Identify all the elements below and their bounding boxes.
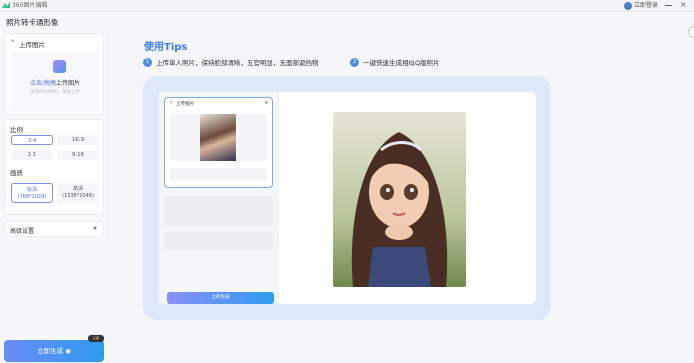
demo-generate-label: 立即生成 (211, 295, 230, 300)
ratio-option-label: 3:4 (27, 138, 37, 144)
vip-badge: VIP (88, 335, 104, 342)
close-icon[interactable]: × (680, 0, 687, 10)
upload-link[interactable]: 点击/拖拽 (30, 80, 56, 87)
step-text: 上传单人照片，保持脸部清晰，五官明显，无面部遮挡物 (156, 59, 319, 67)
demo-upload-card: * 上传图片 ▼ (164, 97, 273, 188)
title-bar: 360图片编辑 立即登录 × (0, 0, 694, 12)
advanced-settings-label: 高级设置 (10, 228, 35, 235)
demo-source-photo (200, 114, 236, 161)
user-avatar-icon[interactable] (624, 2, 632, 10)
generate-button-label: 立即生成 (37, 347, 64, 355)
upload-hint: 支持JPG/PNG，单张上传 (29, 90, 81, 95)
demo-illustration: * 上传图片 ▼ 立即生成 (143, 76, 551, 320)
ratio-label: 比例 (10, 126, 23, 134)
login-link[interactable]: 立即登录 (634, 1, 658, 10)
ratio-option-9-16[interactable]: 9:16 (57, 150, 99, 160)
quality-option-standard[interactable]: 标清 (768*1024) (11, 183, 53, 203)
step-number: 2 (350, 58, 359, 67)
upload-panel: * 上传图片 点击/拖拽上传图片 支持JPG/PNG，单张上传 (4, 33, 104, 115)
app-title: 360图片编辑 (12, 2, 48, 9)
tip-step-1: 1 上传单人照片，保持脸部清晰，五官明显，无面部遮挡物 (143, 58, 319, 68)
quality-name: 高清 (72, 186, 83, 192)
demo-skeleton-block (164, 232, 273, 250)
quality-label: 画质 (10, 169, 23, 177)
generate-button[interactable]: 立即生成 ◉ (4, 340, 104, 362)
upload-label: 上传图片 (19, 41, 45, 49)
ratio-option-1-1[interactable]: 1:1 (11, 150, 53, 160)
required-mark: * (170, 101, 173, 107)
ratio-option-3-4[interactable]: 3:4 (11, 135, 53, 145)
demo-upload-label: 上传图片 (176, 102, 194, 107)
tips-title: 使用Tips (144, 42, 188, 53)
sidebar: 照片转卡通形象 * 上传图片 点击/拖拽上传图片 支持JPG/PNG，单张上传 … (0, 13, 108, 363)
ratio-option-label: 16:9 (71, 137, 85, 143)
demo-generate-button: 立即生成 (167, 292, 274, 304)
ratio-quality-panel: 比例 3:4 16:9 1:1 9:16 画质 标清 (768*1024) 高清… (4, 119, 104, 215)
page-title: 照片转卡通形象 (6, 18, 59, 27)
minimize-icon[interactable] (665, 5, 672, 6)
quality-size: (768*1024) (17, 194, 47, 200)
demo-skeleton-block (164, 196, 273, 226)
upload-text: 点击/拖拽上传图片 (11, 78, 99, 87)
upload-dropzone[interactable]: 点击/拖拽上传图片 支持JPG/PNG，单张上传 (11, 51, 99, 111)
side-panel-toggle-icon[interactable] (688, 26, 694, 38)
image-upload-icon (53, 60, 66, 73)
ratio-option-label: 1:1 (27, 152, 37, 158)
upload-text-suffix: 上传图片 (56, 80, 81, 87)
cartoon-result-image (333, 112, 466, 287)
demo-image-box (170, 114, 267, 161)
demo-placeholder-bar (170, 168, 267, 181)
demo-panel-left: * 上传图片 ▼ 立即生成 (159, 92, 279, 304)
chevron-down-icon: ▼ (93, 226, 97, 232)
quality-size: (1536*2048) (62, 193, 94, 199)
app-logo-icon (2, 2, 10, 8)
quality-name: 标清 (26, 187, 37, 193)
step-number: 1 (143, 58, 152, 67)
demo-card: * 上传图片 ▼ 立即生成 (159, 92, 536, 304)
required-mark: * (11, 38, 15, 46)
advanced-settings-toggle[interactable]: 高级设置 ▼ (4, 221, 104, 237)
tip-step-2: 2 一键快速生成相似Q版照片 (350, 58, 440, 68)
chevron-down-icon: ▼ (264, 100, 268, 105)
ratio-option-16-9[interactable]: 16:9 (57, 135, 99, 145)
main-area: 使用Tips 1 上传单人照片，保持脸部清晰，五官明显，无面部遮挡物 2 一键快速生… (109, 13, 694, 363)
ratio-option-label: 9:16 (71, 152, 85, 158)
quality-option-hd[interactable]: 高清 (1536*2048) (57, 183, 99, 203)
step-text: 一键快速生成相似Q版照片 (363, 59, 440, 67)
